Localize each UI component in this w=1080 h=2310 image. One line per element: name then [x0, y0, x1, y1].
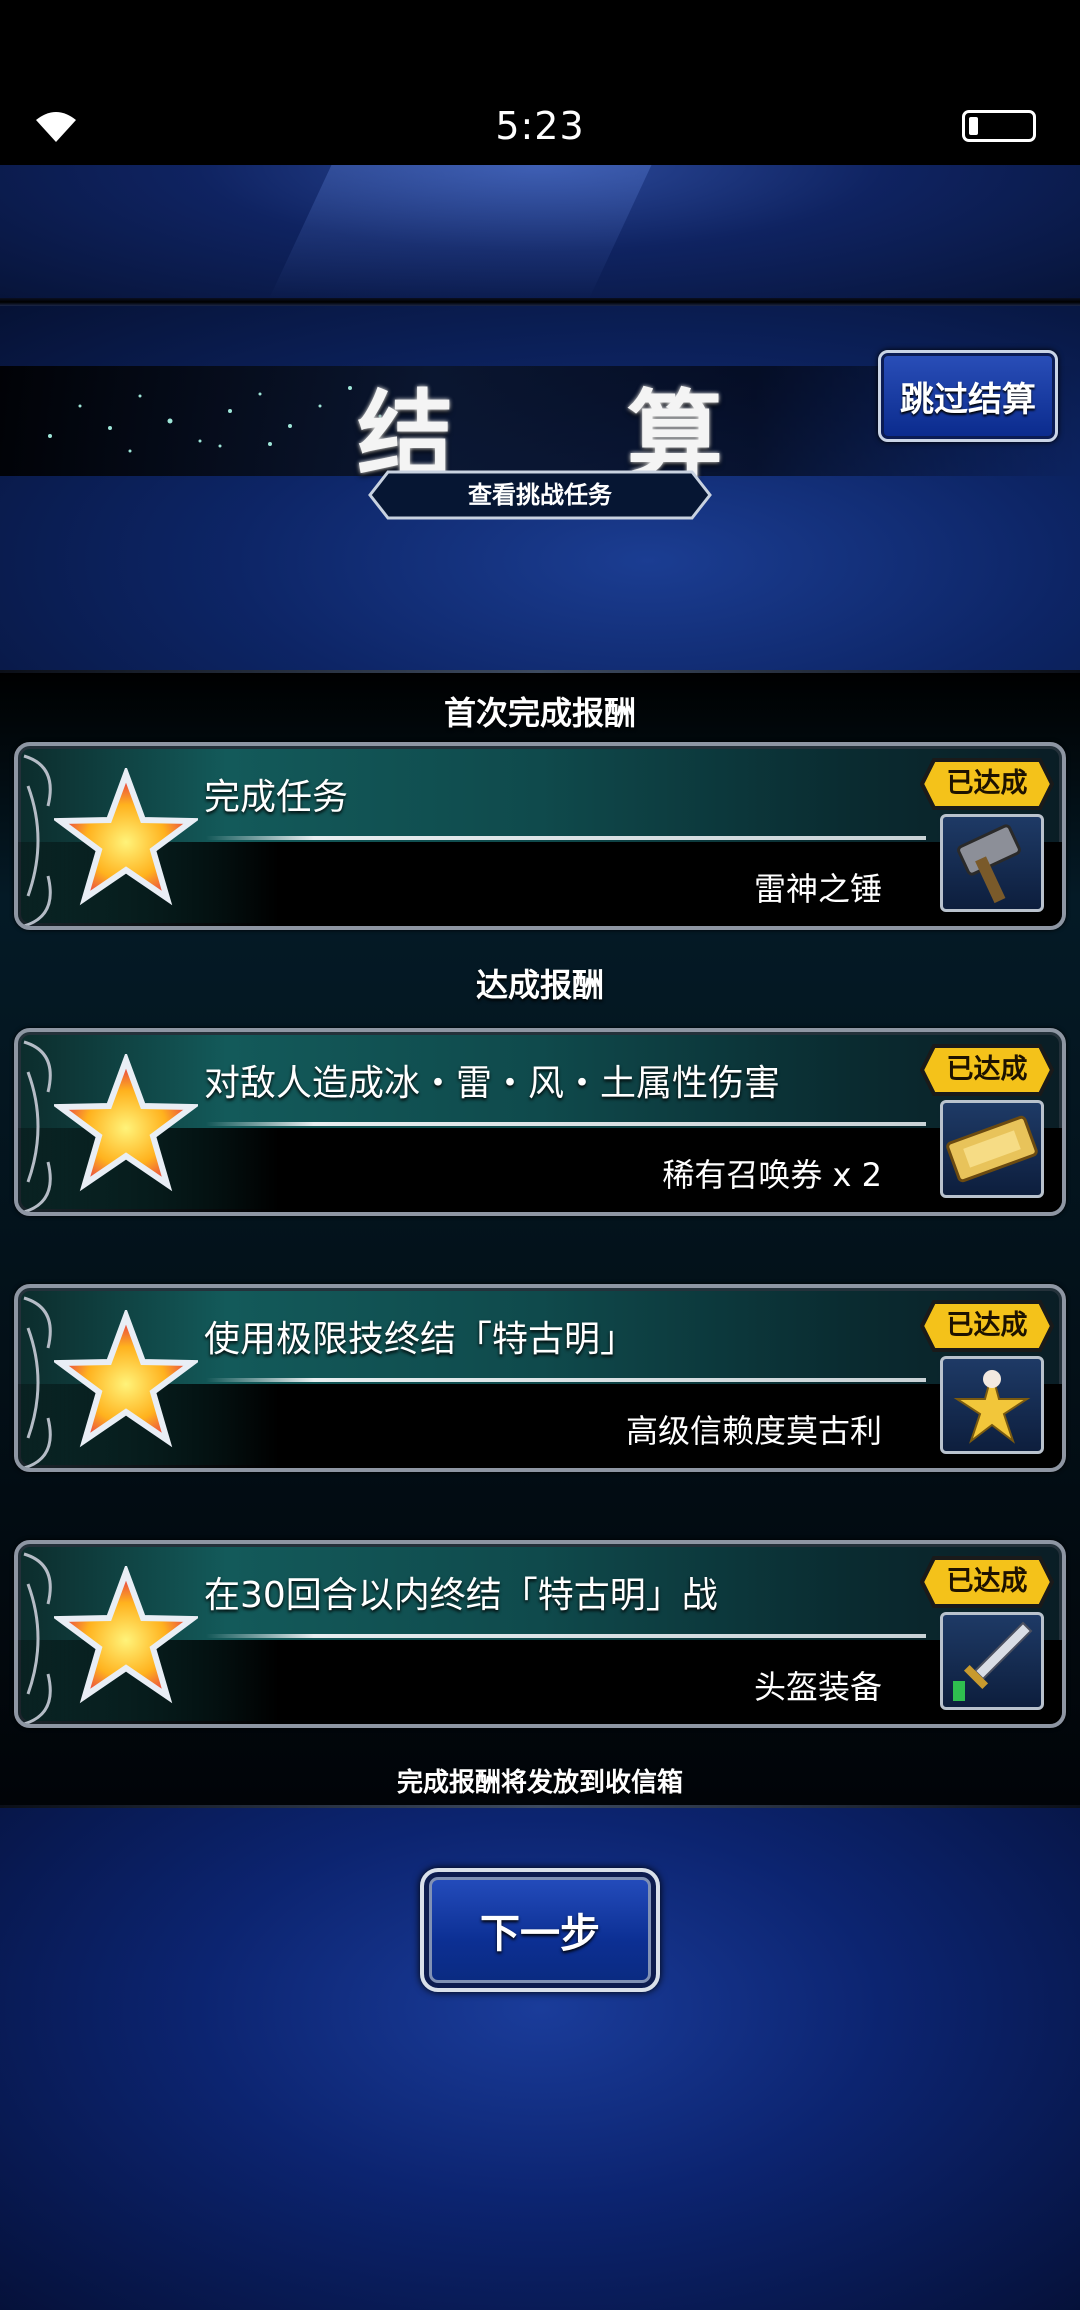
mission-card: 使用极限技终结「特古明」 高级信赖度莫古利 已达成: [14, 1284, 1066, 1472]
achieved-label: 已达成: [946, 1310, 1028, 1341]
achieved-badge: 已达成: [920, 1044, 1054, 1096]
achieved-label: 已达成: [946, 1054, 1028, 1085]
view-challenges-label: 查看挑战任务: [468, 481, 612, 509]
mission-title: 使用极限技终结「特古明」: [204, 1319, 637, 1360]
mission-title: 对敌人造成冰・雷・风・土属性伤害: [204, 1063, 781, 1104]
ticket-icon[interactable]: [940, 1100, 1044, 1198]
mission-reward: 稀有召唤券 x 2: [662, 1156, 882, 1194]
hammer-icon[interactable]: [940, 814, 1044, 912]
mission-card: 完成任务 雷神之锤 已达成: [14, 742, 1066, 930]
achievements-heading: 达成报酬: [475, 966, 604, 1004]
mission-reward: 雷神之锤: [753, 870, 882, 908]
next-button[interactable]: 下一步: [420, 1868, 660, 1992]
skip-results-button[interactable]: 跳过结算: [878, 350, 1058, 442]
mission-card: 在30回合以内终结「特古明」战 头盔装备 已达成: [14, 1540, 1066, 1728]
mission-card: 对敌人造成冰・雷・风・土属性伤害 稀有召唤券 x 2 已达成: [14, 1028, 1066, 1216]
achieved-label: 已达成: [946, 1566, 1028, 1597]
star-icon: [54, 1054, 198, 1192]
mission-reward: 头盔装备: [753, 1668, 882, 1706]
mission-reward: 高级信赖度莫古利: [625, 1412, 882, 1450]
mission-title: 完成任务: [204, 777, 349, 818]
result-header: 结 算 跳过结算 查看挑战任务: [0, 306, 1080, 670]
rewards-panel: 首次完成报酬 完成任务 雷神之锤 已达成 达成报酬 对敌人造成冰・雷・风・土属性…: [0, 670, 1080, 1808]
achieved-badge: 已达成: [920, 1556, 1054, 1608]
star-icon: [54, 768, 198, 906]
divider: [0, 298, 1080, 306]
moogle-icon[interactable]: [940, 1356, 1044, 1454]
achieved-badge: 已达成: [920, 1300, 1054, 1352]
status-bar: 5:23: [0, 0, 1080, 165]
top-banner: [0, 165, 1080, 300]
star-icon: [54, 1566, 198, 1704]
achieved-label: 已达成: [946, 768, 1028, 799]
status-time: 5:23: [495, 104, 585, 148]
sword-icon[interactable]: [940, 1612, 1044, 1710]
battery-icon: [962, 110, 1036, 142]
first-clear-heading: 首次完成报酬: [443, 694, 636, 732]
achieved-badge: 已达成: [920, 758, 1054, 810]
view-challenges-button[interactable]: 查看挑战任务: [368, 470, 712, 520]
mission-title: 在30回合以内终结「特古明」战: [204, 1575, 718, 1616]
star-icon: [54, 1310, 198, 1448]
mailbox-note: 完成报酬将发放到收信箱: [396, 1768, 683, 1798]
